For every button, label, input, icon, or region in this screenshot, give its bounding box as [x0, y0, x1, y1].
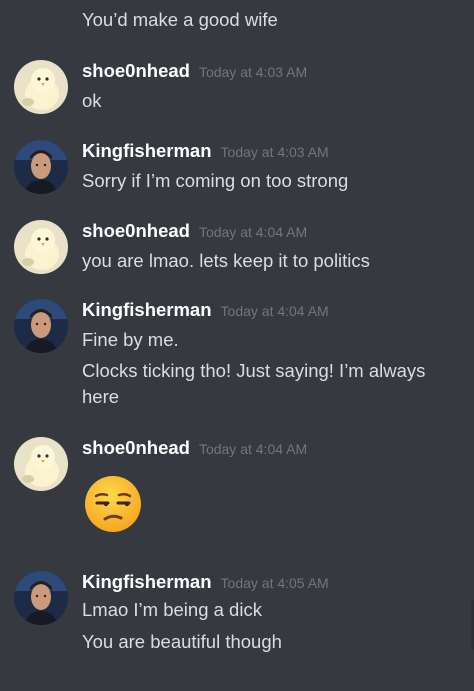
message-text: Fine by me. [82, 329, 179, 350]
username[interactable]: Kingfisherman [82, 571, 212, 592]
man-avatar[interactable] [14, 140, 68, 194]
message-header: shoe0nhead Today at 4:04 AM [82, 437, 307, 459]
username[interactable]: shoe0nhead [82, 220, 190, 241]
timestamp: Today at 4:05 AM [220, 575, 329, 591]
timestamp: Today at 4:03 AM [198, 64, 308, 80]
message-text: Clocks ticking tho! Just saying! I’m alw… [82, 360, 426, 381]
message-header: shoe0nhead Today at 4:04 AM [82, 220, 307, 242]
man-avatar[interactable] [14, 571, 68, 625]
timestamp: Today at 4:04 AM [198, 441, 308, 457]
man-avatar[interactable] [14, 299, 68, 353]
message-text: you are lmao. lets keep it to politics [82, 250, 370, 271]
message-header: Kingfisherman Today at 4:03 AM [82, 140, 329, 162]
timestamp: Today at 4:04 AM [220, 303, 329, 319]
message-header: Kingfisherman Today at 4:05 AM [82, 571, 329, 593]
username[interactable]: Kingfisherman [82, 140, 212, 161]
username[interactable]: shoe0nhead [82, 60, 190, 81]
message-text: You are beautiful though [82, 631, 282, 652]
chick-avatar[interactable] [14, 60, 68, 114]
message-text: You’d make a good wife [82, 9, 278, 30]
message-header: shoe0nhead Today at 4:03 AM [82, 60, 307, 82]
message-text: ok [82, 90, 102, 111]
chick-avatar[interactable] [14, 220, 68, 274]
chat-message-list: You’d make a good wife shoe0nhead Today a… [0, 0, 474, 691]
username[interactable]: shoe0nhead [82, 437, 190, 458]
timestamp: Today at 4:03 AM [220, 144, 329, 160]
chick-avatar[interactable] [14, 437, 68, 491]
message-header: Kingfisherman Today at 4:04 AM [82, 299, 329, 321]
message-text: Lmao I’m being a dick [82, 599, 262, 620]
message-text: here [82, 386, 120, 407]
unamused-face-emoji[interactable] [84, 475, 142, 533]
username[interactable]: Kingfisherman [82, 299, 212, 320]
message-text: Sorry if I’m coming on too strong [82, 170, 349, 191]
timestamp: Today at 4:04 AM [198, 224, 308, 240]
